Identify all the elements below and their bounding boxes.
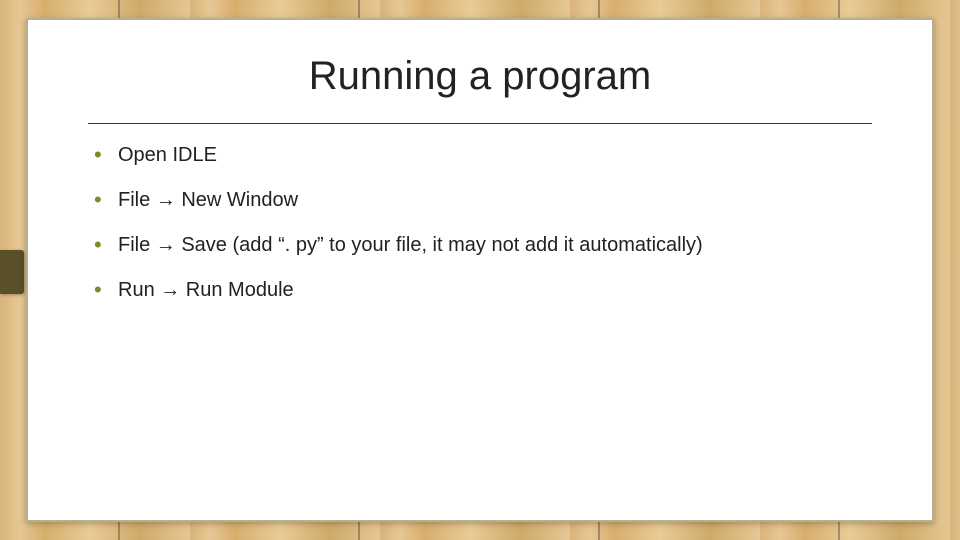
slide-card: Running a program Open IDLE File → New W… — [26, 18, 934, 522]
list-item: Open IDLE — [88, 142, 872, 169]
bullet-list: Open IDLE File → New Window File → Save … — [88, 142, 872, 304]
bullet-text: Open IDLE — [118, 144, 217, 166]
slide-stage: Running a program Open IDLE File → New W… — [0, 0, 960, 540]
bullet-text: File → New Window — [118, 189, 298, 211]
title-underline — [88, 123, 872, 124]
list-item: Run → Run Module — [88, 277, 872, 304]
list-item: File → New Window — [88, 187, 872, 214]
slide-title: Running a program — [88, 54, 872, 99]
decorative-side-tab — [0, 250, 24, 294]
bullet-text: File → Save (add “. py” to your file, it… — [118, 234, 703, 256]
bullet-text: Run → Run Module — [118, 279, 294, 301]
list-item: File → Save (add “. py” to your file, it… — [88, 232, 872, 259]
